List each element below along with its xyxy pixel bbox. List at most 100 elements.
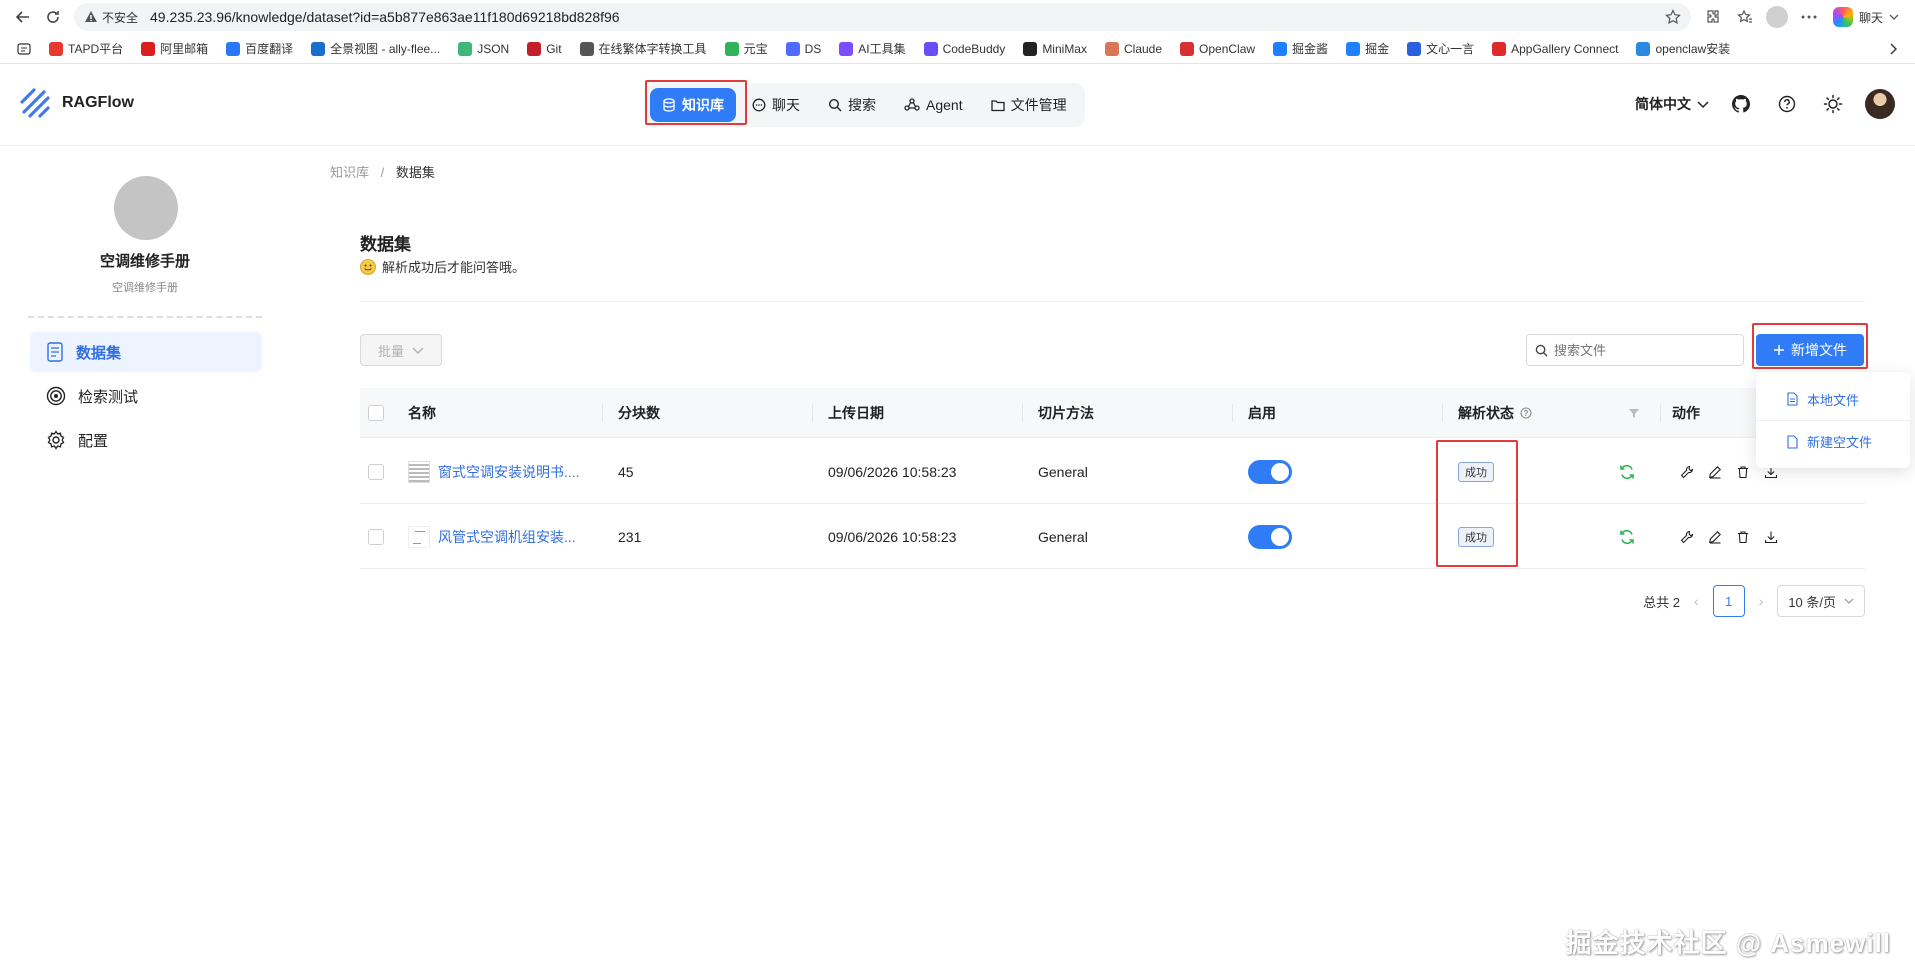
nav-tab-files[interactable]: 文件管理 xyxy=(979,88,1079,122)
bookmark-favicon-icon xyxy=(49,41,63,56)
wrench-icon[interactable] xyxy=(1680,465,1694,479)
nav-tab-knowledge[interactable]: 知识库 xyxy=(650,88,736,122)
file-name-link[interactable]: 风管式空调机组安装... xyxy=(438,527,576,547)
breadcrumb-root[interactable]: 知识库 xyxy=(330,165,369,180)
nav-tab-agent[interactable]: Agent xyxy=(892,88,975,122)
download-icon[interactable] xyxy=(1764,530,1778,544)
bookmark-favicon-icon xyxy=(1180,41,1195,56)
nav-tab-search[interactable]: 搜索 xyxy=(816,88,888,122)
reading-list-icon[interactable] xyxy=(8,42,40,55)
kb-description: 空调维修手册 xyxy=(112,282,178,294)
bookmark-item[interactable]: TAPD平台 xyxy=(40,40,132,57)
bookmark-item[interactable]: 掘金 xyxy=(1337,40,1398,57)
page-current[interactable]: 1 xyxy=(1712,585,1745,617)
bookmark-item[interactable]: 全景视图 - ally-flee... xyxy=(302,40,449,57)
bookmark-item[interactable]: OpenClaw xyxy=(1171,41,1264,56)
bookmark-item[interactable]: 掘金酱 xyxy=(1264,40,1337,57)
database-icon xyxy=(662,98,676,112)
github-icon[interactable] xyxy=(1727,90,1755,118)
sidebar-item-dataset[interactable]: 数据集 xyxy=(30,332,262,372)
address-bar[interactable]: 不安全 49.235.23.96/knowledge/dataset?id=a5… xyxy=(74,3,1691,31)
edit-icon[interactable] xyxy=(1708,465,1722,479)
bookmark-item[interactable]: 在线繁体字转换工具 xyxy=(571,40,716,57)
next-page-icon[interactable]: › xyxy=(1759,593,1764,609)
bookmark-item[interactable]: JSON xyxy=(449,41,518,56)
bookmark-item[interactable]: 元宝 xyxy=(716,40,777,57)
column-header-method: 切片方法 xyxy=(1038,405,1094,421)
reload-icon[interactable] xyxy=(38,2,68,32)
enable-toggle[interactable] xyxy=(1248,459,1292,484)
add-file-button[interactable]: 新增文件 xyxy=(1756,334,1864,366)
bookmark-label: Git xyxy=(546,41,562,56)
bookmark-item[interactable]: DS xyxy=(777,41,831,56)
nav-tab-chat[interactable]: 聊天 xyxy=(740,88,812,122)
batch-button[interactable]: 批量 xyxy=(360,334,442,366)
delete-icon[interactable] xyxy=(1736,465,1750,479)
sidebar-item-label: 数据集 xyxy=(76,344,122,362)
reparse-icon[interactable] xyxy=(1618,504,1636,569)
search-input[interactable] xyxy=(1554,342,1724,358)
bookmark-item[interactable]: MiniMax xyxy=(1014,41,1096,56)
bookmarks-overflow-icon[interactable] xyxy=(1879,43,1907,55)
file-search[interactable] xyxy=(1526,334,1744,366)
bookmark-item[interactable]: 文心一言 xyxy=(1398,40,1483,57)
bookmark-item[interactable]: 阿里邮箱 xyxy=(132,40,217,57)
bookmark-item[interactable]: AI工具集 xyxy=(830,40,914,57)
profile-icon[interactable] xyxy=(1761,2,1793,32)
breadcrumb-current: 数据集 xyxy=(395,165,435,180)
bookmark-item[interactable]: 百度翻译 xyxy=(217,40,302,57)
bookmark-favicon-icon xyxy=(1492,41,1507,56)
search-icon xyxy=(828,98,842,112)
select-all-checkbox[interactable] xyxy=(368,405,384,421)
favorites-icon[interactable] xyxy=(1729,2,1761,32)
column-header-actions: 动作 xyxy=(1672,405,1700,421)
edit-icon[interactable] xyxy=(1708,530,1722,544)
bookmark-item[interactable]: Claude xyxy=(1096,41,1171,56)
bookmark-item[interactable]: AppGallery Connect xyxy=(1483,41,1627,56)
bookmark-favicon-icon xyxy=(141,41,156,56)
page-size-select[interactable]: 10 条/页 xyxy=(1777,585,1865,617)
help-icon[interactable] xyxy=(1773,90,1801,118)
browser-chat-button[interactable]: 聊天 xyxy=(1825,7,1907,27)
agent-icon xyxy=(904,98,920,112)
status-badge[interactable]: 成功 xyxy=(1458,526,1494,547)
sidebar-item-retrieval-test[interactable]: 检索测试 xyxy=(30,376,262,416)
filter-icon[interactable] xyxy=(1628,388,1640,438)
language-select[interactable]: 简体中文 xyxy=(1635,94,1709,114)
bookmark-label: DS xyxy=(804,41,822,56)
delete-icon[interactable] xyxy=(1736,530,1750,544)
extensions-icon[interactable] xyxy=(1697,2,1729,32)
user-avatar[interactable] xyxy=(1865,89,1895,119)
back-icon[interactable] xyxy=(8,2,38,32)
page-subtitle-text: 解析成功后才能问答哦。 xyxy=(382,260,526,275)
prev-page-icon[interactable]: ‹ xyxy=(1694,593,1699,609)
select-all-cell[interactable] xyxy=(368,388,384,438)
page-subtitle: 解析成功后才能问答哦。 xyxy=(360,257,525,276)
bookmark-item[interactable]: Git xyxy=(518,41,570,56)
nav-tab-label: 文件管理 xyxy=(1010,97,1067,113)
chevron-down-icon xyxy=(412,347,424,354)
theme-sun-icon[interactable] xyxy=(1819,90,1847,118)
row-checkbox[interactable] xyxy=(368,463,384,480)
bookmark-favicon-icon xyxy=(724,41,739,56)
reparse-icon[interactable] xyxy=(1618,439,1636,504)
app-logo[interactable]: RAGFlow xyxy=(18,86,134,120)
status-badge[interactable]: 成功 xyxy=(1458,461,1494,482)
row-checkbox[interactable] xyxy=(368,528,384,545)
wrench-icon[interactable] xyxy=(1680,530,1694,544)
bookmark-label: 阿里邮箱 xyxy=(160,42,209,56)
column-separator xyxy=(1442,404,1443,422)
bookmark-favicon-icon xyxy=(527,41,542,56)
bookmark-item[interactable]: CodeBuddy xyxy=(915,41,1015,56)
dropdown-item-local-file[interactable]: 本地文件 xyxy=(1756,378,1910,420)
bookmark-item[interactable]: openclaw安装 xyxy=(1627,40,1739,57)
security-warning[interactable]: 不安全 xyxy=(84,9,138,26)
row-select-cell xyxy=(368,439,384,504)
more-icon[interactable] xyxy=(1793,2,1825,32)
file-name-link[interactable]: 窗式空调安装说明书.... xyxy=(438,462,580,482)
enable-toggle[interactable] xyxy=(1248,524,1292,549)
sidebar-item-config[interactable]: 配置 xyxy=(30,420,262,460)
star-icon[interactable] xyxy=(1665,9,1681,25)
dropdown-item-new-empty-file[interactable]: 新建空文件 xyxy=(1756,420,1910,462)
breadcrumb-separator: / xyxy=(380,165,385,180)
